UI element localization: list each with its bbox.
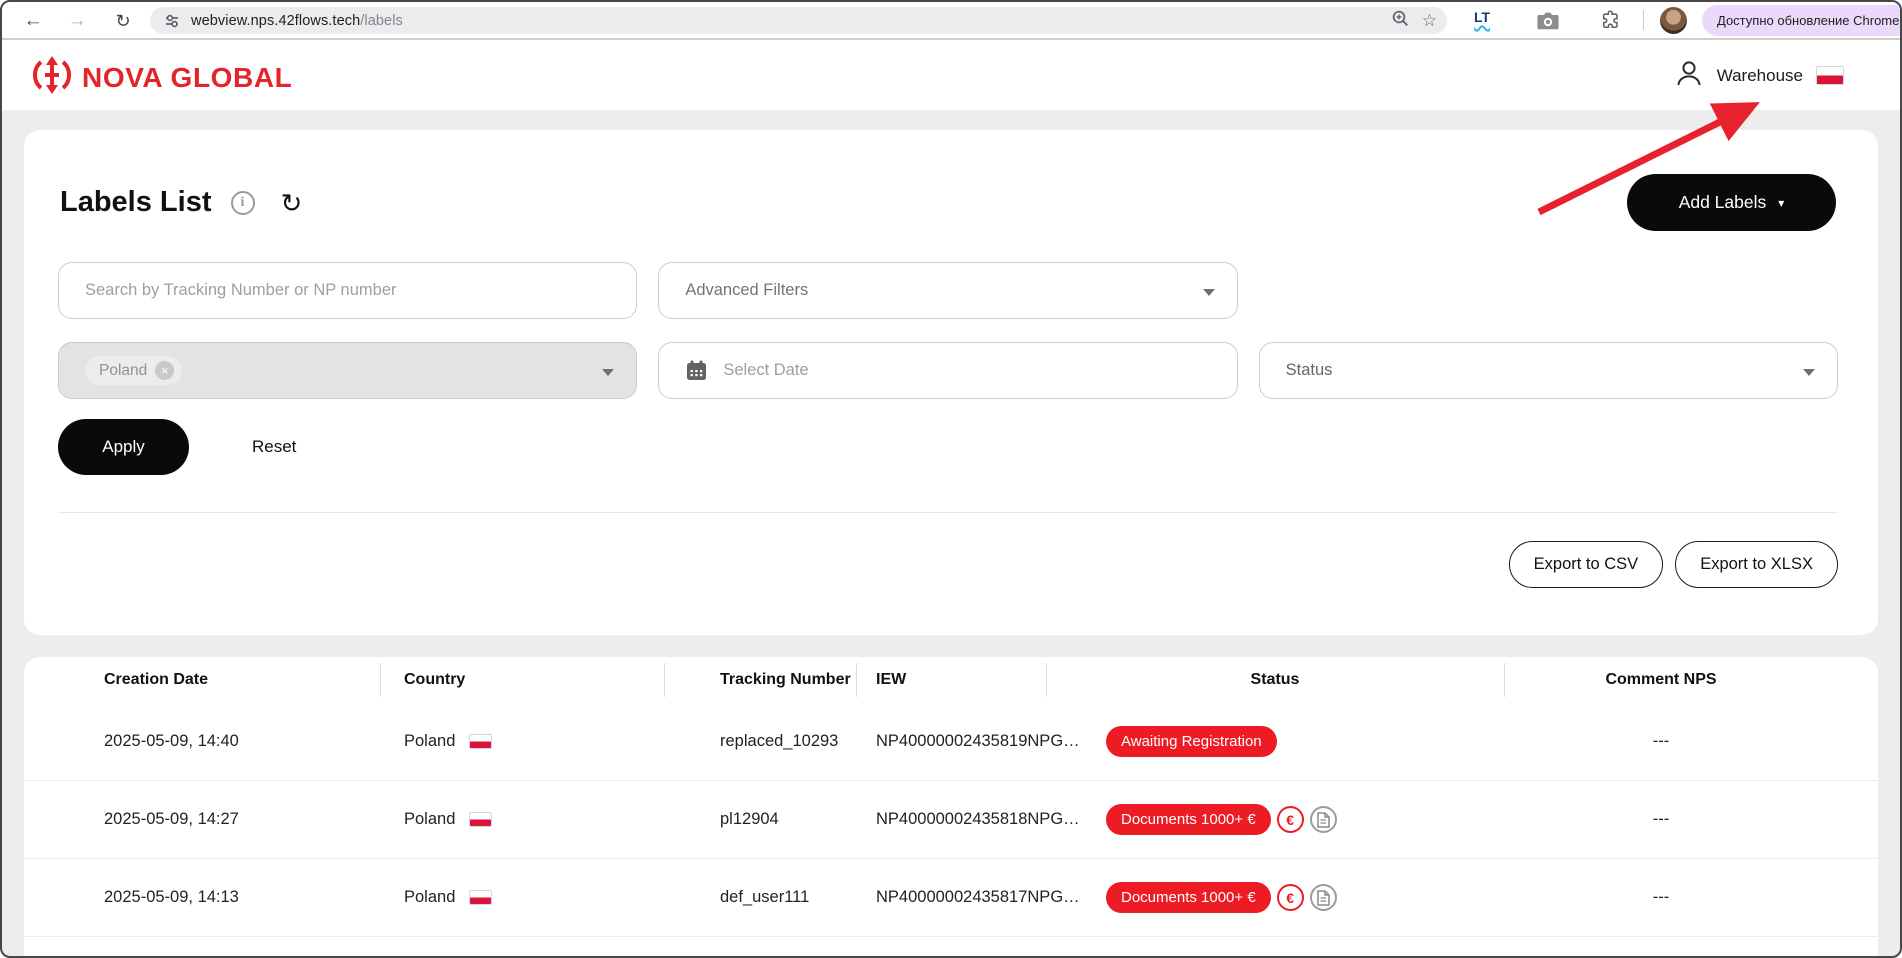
brand-name: NOVA GLOBAL [82,61,293,93]
screenshot-frame: ← → ↻ webview.nps.42flows.tech/labels ☆ … [0,0,1902,958]
status-placeholder: Status [1285,361,1333,379]
chrome-update-chip[interactable]: Доступно обновление Chrome ⋮ [1702,5,1900,36]
col-header-tracking-number: Tracking Number [664,657,856,703]
calendar-icon [685,359,708,382]
page-title: Labels List [60,186,212,218]
chrome-update-label: Доступно обновление Chrome [1717,13,1900,28]
forward-icon[interactable]: → [62,6,92,36]
bookmark-star-icon[interactable]: ☆ [1422,11,1437,31]
cell-creation-date: 2025-05-09, 14:27 [104,810,239,828]
cell-tracking-number: def_user111 [720,888,810,906]
cell-status: Awaiting Registration [1046,726,1504,757]
back-icon[interactable]: ← [18,6,48,36]
filters-card: Labels List i ↻ Add Labels ▾ Advanced Fi… [24,130,1878,635]
site-settings-icon[interactable] [163,12,181,30]
remove-chip-icon[interactable]: × [155,361,175,380]
brand-logo[interactable]: NOVA GLOBAL [32,54,292,101]
status-select[interactable]: Status [1258,342,1838,399]
reload-icon[interactable]: ↻ [108,6,138,36]
cell-comment-nps: --- [1652,810,1670,828]
cell-comment-nps: --- [1652,888,1670,906]
brand-logo-icon [32,54,72,101]
chevron-down-icon: ▾ [1778,195,1785,210]
col-header-status: Status [1046,657,1504,703]
cell-tracking-number: replaced_10293 [720,732,839,750]
advanced-filters-select[interactable]: Advanced Filters [658,262,1238,319]
cell-iew: NP40000002435817NPG… [876,888,1080,906]
account-label[interactable]: Warehouse [1717,66,1803,86]
table-row[interactable]: 2025-05-09, 14:40 Poland replaced_10293 … [24,703,1878,781]
info-icon[interactable]: i [230,190,255,215]
date-picker-field[interactable]: Select Date [658,342,1238,399]
status-badge: Documents 1000+ € [1106,804,1271,835]
customs-document-icon[interactable] [1309,806,1337,833]
date-placeholder: Select Date [723,361,809,379]
browser-toolbar: ← → ↻ webview.nps.42flows.tech/labels ☆ … [2,2,1900,40]
customs-document-icon[interactable] [1309,884,1337,911]
extensions-puzzle-icon[interactable] [1600,10,1621,36]
poland-flag-icon [469,734,493,749]
site-header: NOVA GLOBAL Warehouse [2,40,1900,110]
poland-flag-icon [469,890,493,905]
account-area[interactable]: Warehouse [1674,58,1844,93]
export-csv-button[interactable]: Export to CSV [1508,541,1664,588]
screenshot-extension-icon[interactable] [1537,11,1559,35]
languagetool-extension-icon[interactable]: LT [1474,9,1490,25]
zoom-icon[interactable] [1391,9,1410,33]
page-content: Labels List i ↻ Add Labels ▾ Advanced Fi… [2,110,1900,956]
address-bar[interactable]: webview.nps.42flows.tech/labels ☆ [150,7,1447,34]
col-header-comment-nps: Comment NPS [1504,657,1818,703]
toolbar-separator [1643,10,1644,30]
add-labels-button[interactable]: Add Labels ▾ [1627,174,1836,231]
country-select[interactable]: Poland × [58,342,638,399]
user-icon [1674,58,1704,93]
apply-button[interactable]: Apply [58,419,189,475]
cell-comment-nps: --- [1652,732,1670,750]
table-row[interactable]: 2025-05-09, 14:27 Poland pl12904 NP40000… [24,781,1878,859]
chevron-down-icon [1202,289,1215,296]
cell-iew: NP40000002435819NPG… [876,732,1080,750]
poland-flag-icon [469,812,493,827]
table-row[interactable]: 2025-05-09, 14:13 Poland def_user111 NP4… [24,859,1878,937]
refresh-icon[interactable]: ↻ [281,190,303,216]
cell-creation-date: 2025-05-09, 14:40 [104,732,239,750]
labels-table: Creation Date Country Tracking Number IE… [24,657,1878,956]
search-field[interactable] [58,262,638,319]
chevron-down-icon [1802,369,1815,376]
col-header-country: Country [380,657,664,703]
country-chip: Poland × [85,356,183,385]
euro-indicator-icon[interactable]: € [1276,806,1304,833]
col-header-iew: IEW [856,657,1046,703]
euro-indicator-icon[interactable]: € [1276,884,1304,911]
cell-status: Documents 1000+ € € [1046,804,1504,835]
table-header-row: Creation Date Country Tracking Number IE… [24,657,1878,703]
cell-country: Poland [380,732,664,751]
cell-iew: NP40000002435818NPG… [876,810,1080,828]
col-header-creation-date: Creation Date [104,671,209,688]
cell-status: Documents 1000+ € € [1046,882,1504,913]
poland-flag-icon [1816,66,1844,85]
cell-country: Poland [380,810,664,829]
profile-avatar[interactable] [1660,7,1687,34]
chevron-down-icon [602,369,615,376]
export-xlsx-button[interactable]: Export to XLSX [1675,541,1838,588]
status-badge: Documents 1000+ € [1106,882,1271,913]
cell-tracking-number: pl12904 [720,810,779,828]
advanced-filters-label: Advanced Filters [685,281,809,299]
status-badge: Awaiting Registration [1106,726,1277,757]
cell-country: Poland [380,888,664,907]
cell-creation-date: 2025-05-09, 14:13 [104,888,239,906]
url-text: webview.nps.42flows.tech/labels [191,12,403,29]
search-input[interactable] [85,281,593,300]
reset-button[interactable]: Reset [252,437,296,457]
section-divider [58,512,1838,513]
